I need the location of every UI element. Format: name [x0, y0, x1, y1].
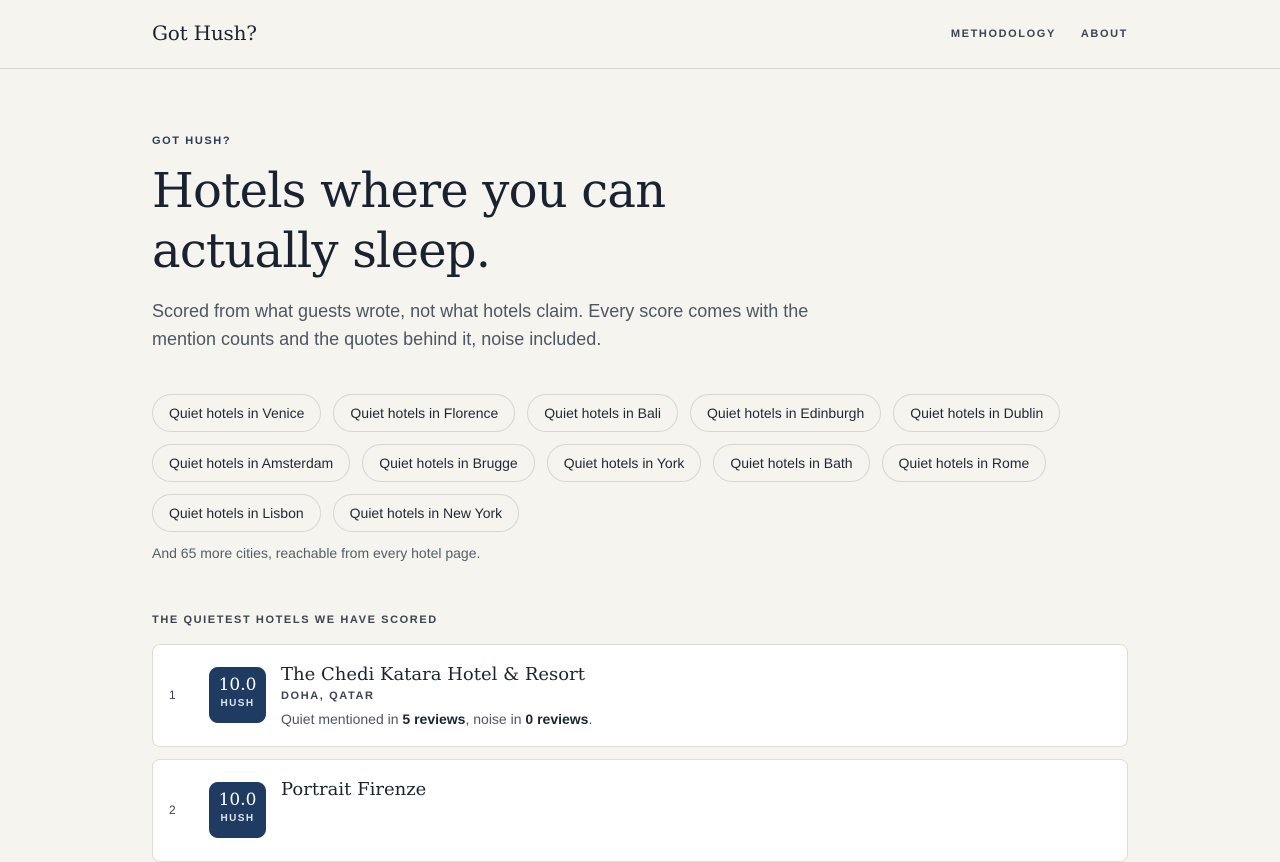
hush-score-value: 10.0 [218, 790, 257, 810]
hush-score-badge: 10.0 HUSH [209, 667, 266, 723]
hush-score-value: 10.0 [218, 675, 257, 695]
city-chip-brugge[interactable]: Quiet hotels in Brugge [362, 444, 535, 482]
city-chip-edinburgh[interactable]: Quiet hotels in Edinburgh [690, 394, 882, 432]
nav-methodology-link[interactable]: METHODOLOGY [951, 28, 1056, 40]
hero-eyebrow: GOT HUSH? [152, 135, 232, 147]
more-cities-note: And 65 more cities, reachable from every… [152, 545, 481, 561]
quiet-count: 5 reviews [402, 711, 466, 727]
section-title: THE QUIETEST HOTELS WE HAVE SCORED [152, 614, 438, 626]
city-chip-amsterdam[interactable]: Quiet hotels in Amsterdam [152, 444, 351, 482]
city-chip-lisbon[interactable]: Quiet hotels in Lisbon [152, 494, 321, 532]
city-chip-florence[interactable]: Quiet hotels in Florence [333, 394, 516, 432]
city-chip-bali[interactable]: Quiet hotels in Bali [527, 394, 679, 432]
top-bar: Got Hush? METHODOLOGY ABOUT [0, 0, 1280, 69]
brand-logo-link[interactable]: Got Hush? [152, 21, 257, 45]
hush-score-label: HUSH [220, 698, 255, 709]
hotel-rank: 2 [169, 803, 176, 817]
nav-about-link[interactable]: ABOUT [1081, 28, 1128, 40]
hush-score-label: HUSH [220, 813, 255, 824]
hush-score-badge: 10.0 HUSH [209, 782, 266, 838]
noise-prefix: , noise in [465, 711, 526, 727]
city-chip-venice[interactable]: Quiet hotels in Venice [152, 394, 322, 432]
hotel-card[interactable]: 2 10.0 HUSH Portrait Firenze [152, 759, 1128, 862]
city-chip-york[interactable]: Quiet hotels in York [546, 444, 702, 482]
city-chip-new-york[interactable]: Quiet hotels in New York [332, 494, 520, 532]
city-chip-dublin[interactable]: Quiet hotels in Dublin [893, 394, 1061, 432]
city-chip-bath[interactable]: Quiet hotels in Bath [713, 444, 870, 482]
noise-count: 0 reviews [525, 711, 589, 727]
hotel-rank: 1 [169, 688, 176, 702]
hotel-card[interactable]: 1 10.0 HUSH The Chedi Katara Hotel & Res… [152, 644, 1128, 747]
city-chip-rome[interactable]: Quiet hotels in Rome [881, 444, 1047, 482]
hotel-location: DOHA, QATAR [281, 690, 375, 702]
city-chip-list: Quiet hotels in Venice Quiet hotels in F… [152, 394, 1128, 532]
mention-suffix: . [588, 711, 593, 727]
quiet-prefix: Quiet mentioned in [281, 711, 403, 727]
main-nav: METHODOLOGY ABOUT [951, 28, 1128, 40]
mention-summary: Quiet mentioned in 5 reviews, noise in 0… [281, 711, 592, 727]
hotel-name-link[interactable]: Portrait Firenze [281, 779, 426, 800]
hero-lede: Scored from what guests wrote, not what … [152, 301, 809, 349]
hero-headline: Hotels where you can actually sleep. [152, 163, 666, 279]
hotel-name-link[interactable]: The Chedi Katara Hotel & Resort [281, 664, 585, 685]
